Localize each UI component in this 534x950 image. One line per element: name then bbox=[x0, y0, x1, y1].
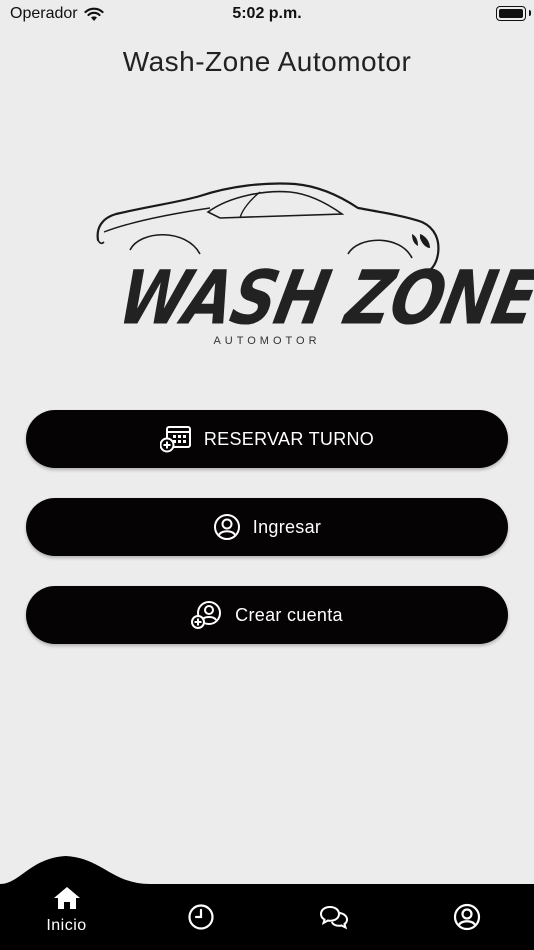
reserve-turn-label: RESERVAR TURNO bbox=[203, 428, 375, 449]
user-circle-icon bbox=[213, 514, 240, 540]
create-account-label: Crear cuenta bbox=[235, 604, 343, 625]
status-time: 5:02 p.m. bbox=[232, 5, 302, 22]
logo-sub-text: AUTOMOTOR bbox=[213, 335, 321, 347]
reserve-turn-button[interactable]: RESERVAR TURNO bbox=[26, 410, 508, 468]
user-add-icon bbox=[191, 601, 222, 629]
status-bar: Operador 5:02 p.m. bbox=[0, 0, 534, 28]
tab-home-label: Inicio bbox=[46, 917, 87, 934]
user-circle-icon bbox=[453, 903, 480, 931]
battery-icon bbox=[496, 6, 526, 21]
login-label: Ingresar bbox=[252, 516, 322, 537]
chat-icon bbox=[319, 905, 348, 930]
calendar-add-icon bbox=[159, 426, 191, 453]
tab-history[interactable] bbox=[134, 884, 267, 950]
login-button[interactable]: Ingresar bbox=[26, 498, 508, 556]
tab-chat[interactable] bbox=[267, 884, 400, 950]
create-account-button[interactable]: Crear cuenta bbox=[26, 586, 508, 644]
logo-main-text: WASH ZONE bbox=[111, 254, 534, 342]
home-icon bbox=[53, 887, 80, 909]
page-title: Wash-Zone Automotor bbox=[122, 46, 412, 77]
tab-home[interactable]: Inicio bbox=[0, 870, 133, 950]
clock-icon bbox=[187, 904, 214, 930]
tab-profile[interactable] bbox=[400, 884, 533, 950]
